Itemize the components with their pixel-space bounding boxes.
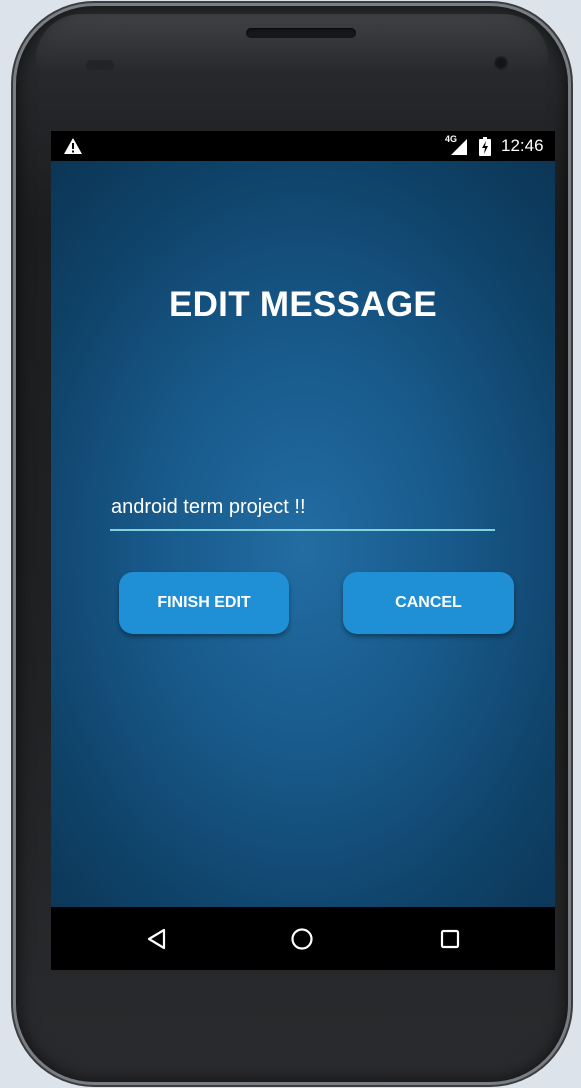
status-bar: 4G 12:46 [51,131,555,161]
message-input[interactable] [110,489,495,531]
warning-triangle-icon [64,138,82,154]
signal-strength-icon [451,139,467,155]
device-screen: 4G 12:46 EDIT MESSAGE FINISH EDIT CANCEL [51,131,555,970]
earpiece-speaker [246,28,356,38]
home-circle-icon[interactable] [288,925,316,953]
status-clock: 12:46 [501,136,544,155]
edit-message-screen: EDIT MESSAGE FINISH EDIT CANCEL [51,161,555,907]
battery-charging-icon [479,137,491,156]
proximity-sensor [86,60,114,70]
page-title: EDIT MESSAGE [168,285,438,324]
cancel-button[interactable]: CANCEL [343,572,514,634]
finish-edit-button[interactable]: FINISH EDIT [119,572,289,634]
back-triangle-icon[interactable] [143,925,171,953]
front-camera [494,56,508,70]
navigation-bar [51,907,555,970]
recents-square-icon[interactable] [436,925,464,953]
